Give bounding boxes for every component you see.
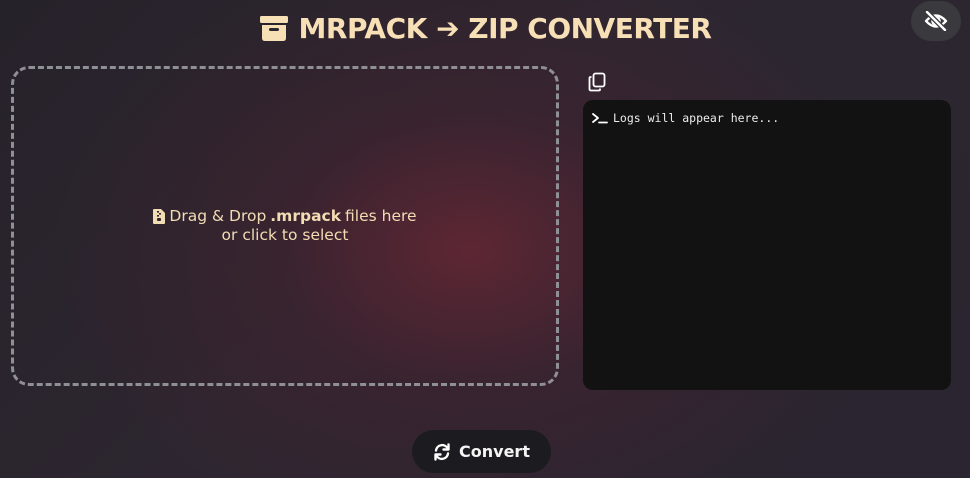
terminal-icon [592,113,608,124]
dropzone-extension: .mrpack [270,207,342,225]
file-zipper-icon [153,209,166,224]
file-dropzone[interactable]: Drag & Drop .mrpack files here or click … [11,66,559,386]
dropzone-text-after: files here [345,207,417,225]
eye-slash-icon [924,11,948,31]
convert-button[interactable]: Convert [412,430,551,473]
toggle-visibility-button[interactable] [911,1,961,41]
page-title: MRPACK ➔ ZIP CONVERTER [0,10,970,46]
dropzone-line-2: or click to select [221,226,349,244]
copy-logs-button[interactable] [588,72,608,92]
archive-icon [259,16,288,41]
log-output: Logs will appear here... [583,100,951,390]
convert-button-label: Convert [459,442,530,461]
log-placeholder: Logs will appear here... [613,111,780,125]
page-title-text: MRPACK ➔ ZIP CONVERTER [298,11,712,45]
log-placeholder-row: Logs will appear here... [592,111,942,125]
rotate-icon [434,442,450,461]
dropzone-text-before: Drag & Drop [169,207,267,225]
copy-icon [588,72,606,92]
dropzone-line-1: Drag & Drop .mrpack files here [153,207,417,226]
